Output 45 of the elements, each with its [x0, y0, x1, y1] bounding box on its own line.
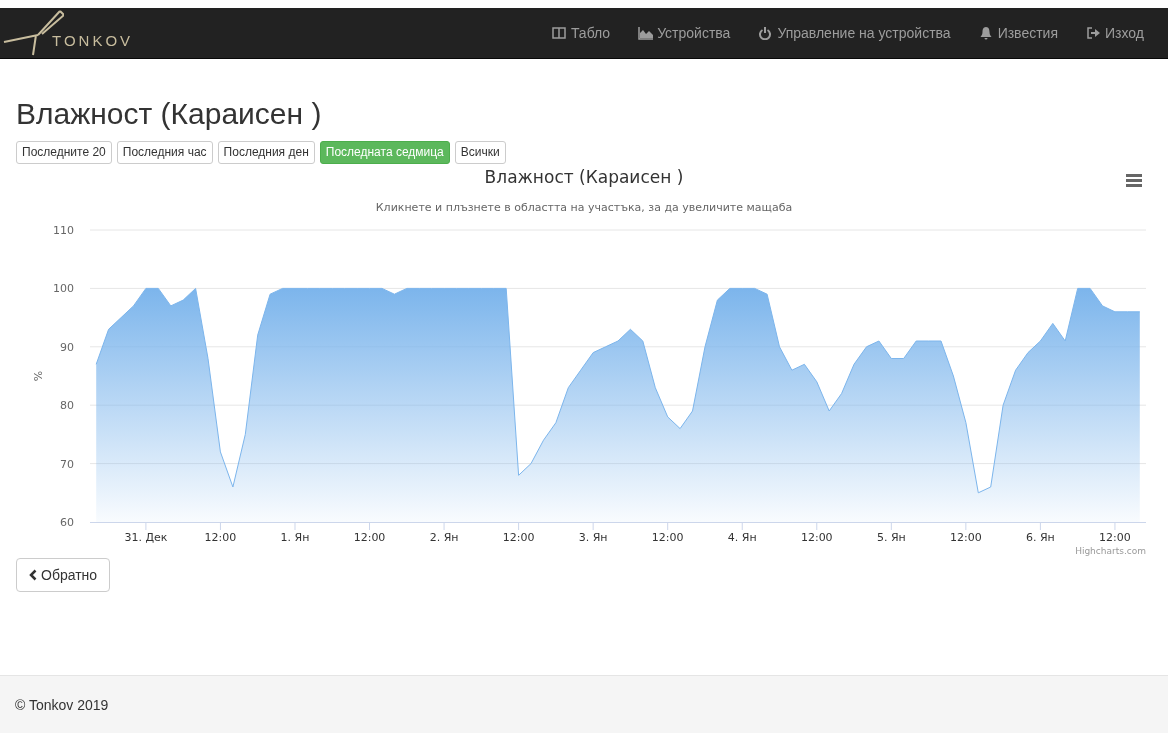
- area-chart-icon: [638, 26, 654, 40]
- power-icon: [758, 26, 774, 40]
- nav-link[interactable]: Управление на устройства: [744, 25, 965, 41]
- back-button[interactable]: Обратно: [16, 558, 111, 592]
- range-button[interactable]: Последните 20: [16, 141, 112, 164]
- nav-link[interactable]: Изход: [1072, 25, 1158, 41]
- x-axis-label: 5. Ян: [876, 531, 906, 544]
- brand-logo[interactable]: TONKOV: [0, 9, 134, 57]
- range-button[interactable]: Последния ден: [217, 141, 315, 164]
- nav-link[interactable]: Известия: [964, 25, 1072, 41]
- columns-icon: [551, 26, 567, 40]
- y-axis-label: 110: [53, 224, 74, 237]
- y-axis-label: 80: [60, 399, 74, 413]
- x-axis-label: 12:00: [353, 531, 386, 544]
- copyright-text: © Tonkov 2019: [15, 696, 109, 713]
- credits-link[interactable]: Highcharts.com: [1075, 546, 1146, 556]
- x-axis-label: 4. Ян: [727, 531, 757, 544]
- y-axis-title: %: [32, 370, 45, 382]
- x-axis-label: 1. Ян: [280, 531, 310, 544]
- nav-link[interactable]: Табло: [537, 25, 625, 41]
- y-axis-label: 70: [60, 457, 74, 471]
- logout-icon: [1086, 26, 1101, 40]
- range-button[interactable]: Последния час: [116, 141, 213, 164]
- nav-link[interactable]: Устройства: [624, 25, 745, 41]
- x-axis-label: 2. Ян: [429, 531, 459, 544]
- range-button[interactable]: Всички: [454, 141, 506, 164]
- x-axis-label: 12:00: [950, 531, 982, 544]
- y-axis-label: 60: [60, 516, 74, 529]
- x-axis-label: 12:00: [651, 531, 684, 544]
- y-axis-label: 90: [60, 340, 74, 354]
- x-axis-label: 12:00: [800, 531, 833, 544]
- x-axis-label: 12:00: [502, 531, 535, 544]
- bell-icon: [978, 26, 994, 40]
- x-axis-label: 3. Ян: [578, 531, 608, 544]
- brand-name: TONKOV: [52, 31, 134, 49]
- y-axis-label: 100: [53, 282, 74, 296]
- chevron-left-icon: [29, 569, 37, 581]
- x-axis-label: 12:00: [1099, 531, 1131, 544]
- x-axis-label: 6. Ян: [1026, 531, 1055, 544]
- menu-icon[interactable]: [1126, 174, 1142, 187]
- x-axis-label: 31. Дек: [124, 531, 168, 544]
- page-title: Влажност (Караисен ): [16, 97, 322, 131]
- x-axis-label: 12:00: [204, 531, 237, 544]
- chart-title: Влажност (Караисен ): [484, 167, 684, 187]
- chart-subtitle: Кликнете и плъзнете в областта на участъка, за да увеличите мащаба: [375, 201, 793, 214]
